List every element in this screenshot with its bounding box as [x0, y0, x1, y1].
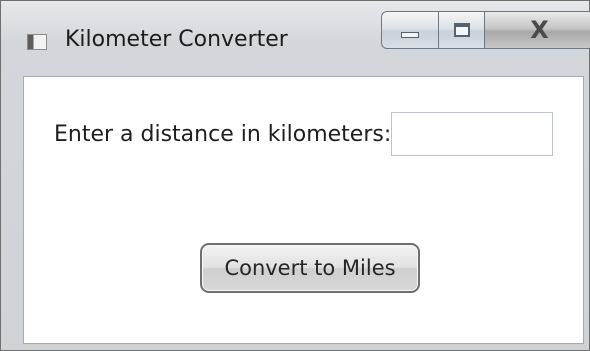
app-icon [27, 34, 47, 50]
maximize-icon [453, 23, 470, 37]
title-bar[interactable]: Kilometer Converter X [1, 1, 590, 77]
distance-prompt-label: Enter a distance in kilometers: [54, 122, 392, 147]
minimize-button[interactable] [381, 11, 439, 49]
minimize-icon [401, 32, 419, 38]
window-controls: X [381, 11, 590, 49]
client-area: Enter a distance in kilometers: Convert … [23, 76, 584, 344]
close-icon: X [530, 16, 549, 44]
kilometers-input[interactable] [391, 112, 553, 156]
window-title: Kilometer Converter [65, 27, 288, 52]
close-button[interactable]: X [485, 11, 590, 49]
maximize-button[interactable] [439, 11, 485, 49]
app-window: Kilometer Converter X Enter a distance i… [0, 0, 590, 351]
convert-to-miles-button[interactable]: Convert to Miles [200, 243, 420, 293]
